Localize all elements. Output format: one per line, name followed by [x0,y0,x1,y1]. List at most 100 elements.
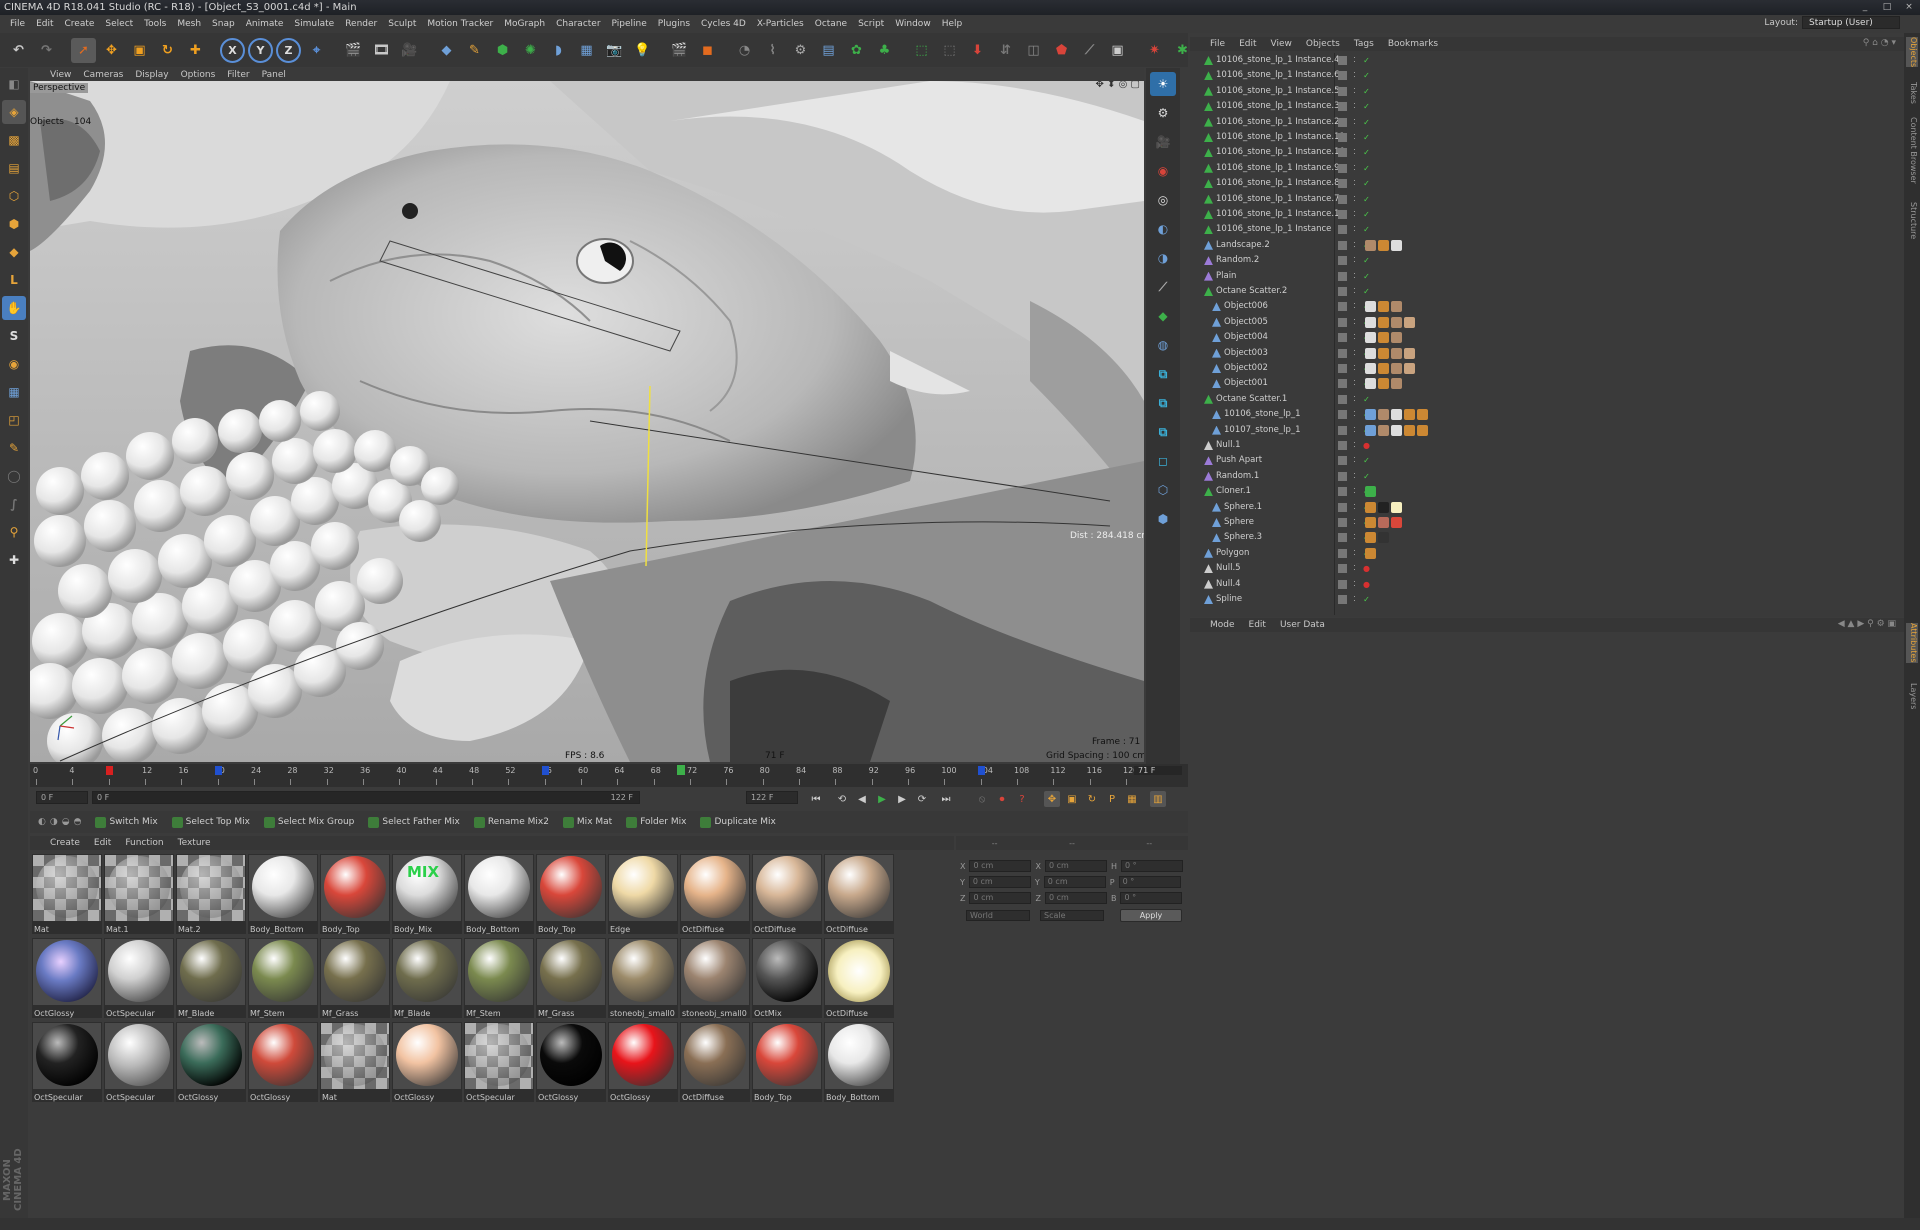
layer-flag-icon[interactable] [1338,317,1347,327]
menu-character[interactable]: Character [556,19,600,29]
object-row[interactable]: Octane Scatter.2 ⁚ ✓ [1190,284,1902,299]
octane-target-icon[interactable]: ◎ [1150,188,1176,212]
prev-frame-icon[interactable]: ◀ [854,791,870,807]
material-swatch[interactable]: OctSpecular [32,1022,102,1102]
enabled-check[interactable]: ✓ [1362,395,1371,404]
key-scale-icon[interactable]: ▣ [1064,791,1080,807]
layer-flag-icon[interactable] [1338,133,1347,142]
y-axis-lock-button[interactable]: Y [248,37,273,63]
key-position-icon[interactable]: ✥ [1044,791,1060,807]
deformer-icon[interactable]: ◗ [546,38,571,63]
texture-mode-icon[interactable]: ▩ [2,128,26,152]
layer-flag-icon[interactable] [1338,163,1347,173]
viewport-menu-display[interactable]: Display [135,70,168,80]
material-tag-icon[interactable] [1391,316,1402,328]
coord-size-field[interactable]: 0 cm [1043,876,1106,888]
material-swatch[interactable]: stoneobj_small0 [608,938,678,1018]
visibility-dots-icon[interactable]: ⁚ [1350,71,1359,80]
object-name[interactable]: 10106_stone_lp_1 Instance [1216,222,1331,237]
material-swatch[interactable]: OctGlossy [176,1022,246,1102]
object-row[interactable]: Object002⁚✓ [1190,361,1902,376]
layer-flag-icon[interactable] [1338,348,1347,358]
layer-flag-icon[interactable] [1338,379,1347,389]
object-row[interactable]: 10106_stone_lp_1 Instance ⁚ ✓ [1190,222,1902,237]
layer-flag-icon[interactable] [1338,595,1347,604]
polygons-mode-icon[interactable]: ◆ [2,240,26,264]
points-mode-icon[interactable]: ⬡ [2,184,26,208]
select-tool-icon[interactable]: ➚ [71,37,96,63]
redo-icon[interactable]: ↷ [34,38,59,63]
visibility-dots-icon[interactable]: ⁚ [1350,518,1359,527]
goto-end-icon[interactable]: ⏭ [938,791,954,807]
plugin-icon-7[interactable]: ⬇ [965,38,990,63]
layer-flag-icon[interactable] [1338,518,1347,527]
attribute-menu-edit[interactable]: Edit [1249,620,1266,630]
viewport-menu-view[interactable]: View [50,70,71,80]
object-menu-bookmarks[interactable]: Bookmarks [1388,39,1438,49]
visibility-dots-icon[interactable]: ⁚ [1350,133,1359,142]
enabled-check[interactable]: ✓ [1362,595,1371,604]
object-menu-objects[interactable]: Objects [1306,39,1340,49]
visibility-dots-icon[interactable]: ⁚ [1350,272,1359,281]
layer-flag-icon[interactable] [1338,302,1347,312]
material-tag-icon[interactable] [1417,409,1428,421]
object-row[interactable]: Null.1 ⁚ ● [1190,438,1902,453]
material-tag-icon[interactable] [1365,347,1376,359]
visibility-dots-icon[interactable]: ⁚ [1350,441,1359,450]
menu-motion-tracker[interactable]: Motion Tracker [427,19,493,29]
object-row[interactable]: 10106_stone_lp_1 Instance.11 ⁚ ✓ [1190,130,1902,145]
material-tag-icon[interactable] [1391,424,1402,436]
make-editable-icon[interactable]: ◧ [2,72,26,96]
material-swatch[interactable]: Body_Bottom [464,854,534,934]
cloner-icon[interactable]: ✺ [518,38,543,63]
layer-flag-icon[interactable] [1338,271,1347,281]
material-swatch[interactable]: Mat.2 [176,854,246,934]
keyframe-marker[interactable] [977,766,985,775]
object-name[interactable]: Object005 [1224,315,1268,330]
material-swatch[interactable]: OctGlossy [608,1022,678,1102]
object-row[interactable]: 10106_stone_lp_1 Instance.5 ⁚ ✓ [1190,84,1902,99]
plugin-icon-11[interactable]: ⟋ [1077,38,1102,63]
layer-flag-icon[interactable] [1338,71,1347,81]
close-button[interactable]: × [1898,0,1920,15]
menu-window[interactable]: Window [895,19,931,29]
enabled-check[interactable]: ✓ [1362,195,1371,204]
layer-flag-icon[interactable] [1338,579,1347,589]
material-menu-create[interactable]: Create [50,838,80,848]
object-name[interactable]: Object002 [1224,361,1268,376]
mix-button-select-father-mix[interactable]: Select Father Mix [368,816,460,828]
material-swatch[interactable]: Mf_Blade [176,938,246,1018]
material-swatch[interactable]: Mf_Grass [536,938,606,1018]
visibility-dots-icon[interactable]: ⁚ [1350,549,1359,558]
object-row[interactable]: Landscape.2⁚✓ [1190,238,1902,253]
object-row[interactable]: 10106_stone_lp_1 Instance.9 ⁚ ✓ [1190,161,1902,176]
visibility-dots-icon[interactable]: ⁚ [1350,426,1359,435]
object-row[interactable]: Object005⁚✓ [1190,315,1902,330]
current-frame-field[interactable]: 71 F [1134,766,1182,775]
object-menu-file[interactable]: File [1210,39,1225,49]
object-name[interactable]: 10106_stone_lp_1 Instance.7 [1216,192,1340,207]
menu-select[interactable]: Select [105,19,133,29]
layer-flag-icon[interactable] [1338,225,1347,235]
plugin-icon-1[interactable]: ⚙ [788,38,813,63]
object-name[interactable]: Random.2 [1216,253,1259,268]
mix-button-select-mix-group[interactable]: Select Mix Group [263,816,354,828]
material-tag-icon[interactable] [1391,363,1402,374]
layer-flag-icon[interactable] [1338,456,1347,466]
layer-flag-icon[interactable] [1338,148,1347,158]
material-swatch[interactable]: Mf_Stem [248,938,318,1018]
octane-icon-2[interactable]: ✱ [1170,38,1188,63]
viewport-menu-options[interactable]: Options [181,70,216,80]
visibility-dots-icon[interactable]: ⁚ [1350,580,1359,589]
octane-icon-1[interactable]: ✷ [1142,38,1167,63]
viewport-menu-filter[interactable]: Filter [227,70,249,80]
object-name[interactable]: 10106_stone_lp_1 [1224,407,1301,422]
brush-icon[interactable]: ⌇ [760,38,785,63]
object-name[interactable]: 10106_stone_lp_1 Instance.8 [1216,176,1340,191]
visibility-dots-icon[interactable]: ⁚ [1350,349,1359,358]
clapper-icon[interactable]: 🎬 [667,38,692,63]
object-name[interactable]: 10106_stone_lp_1 Instance.3 [1216,99,1340,114]
material-tag-icon[interactable] [1404,424,1415,436]
object-menu-view[interactable]: View [1271,39,1292,49]
object-name[interactable]: 10106_stone_lp_1 Instance.5 [1216,84,1340,99]
